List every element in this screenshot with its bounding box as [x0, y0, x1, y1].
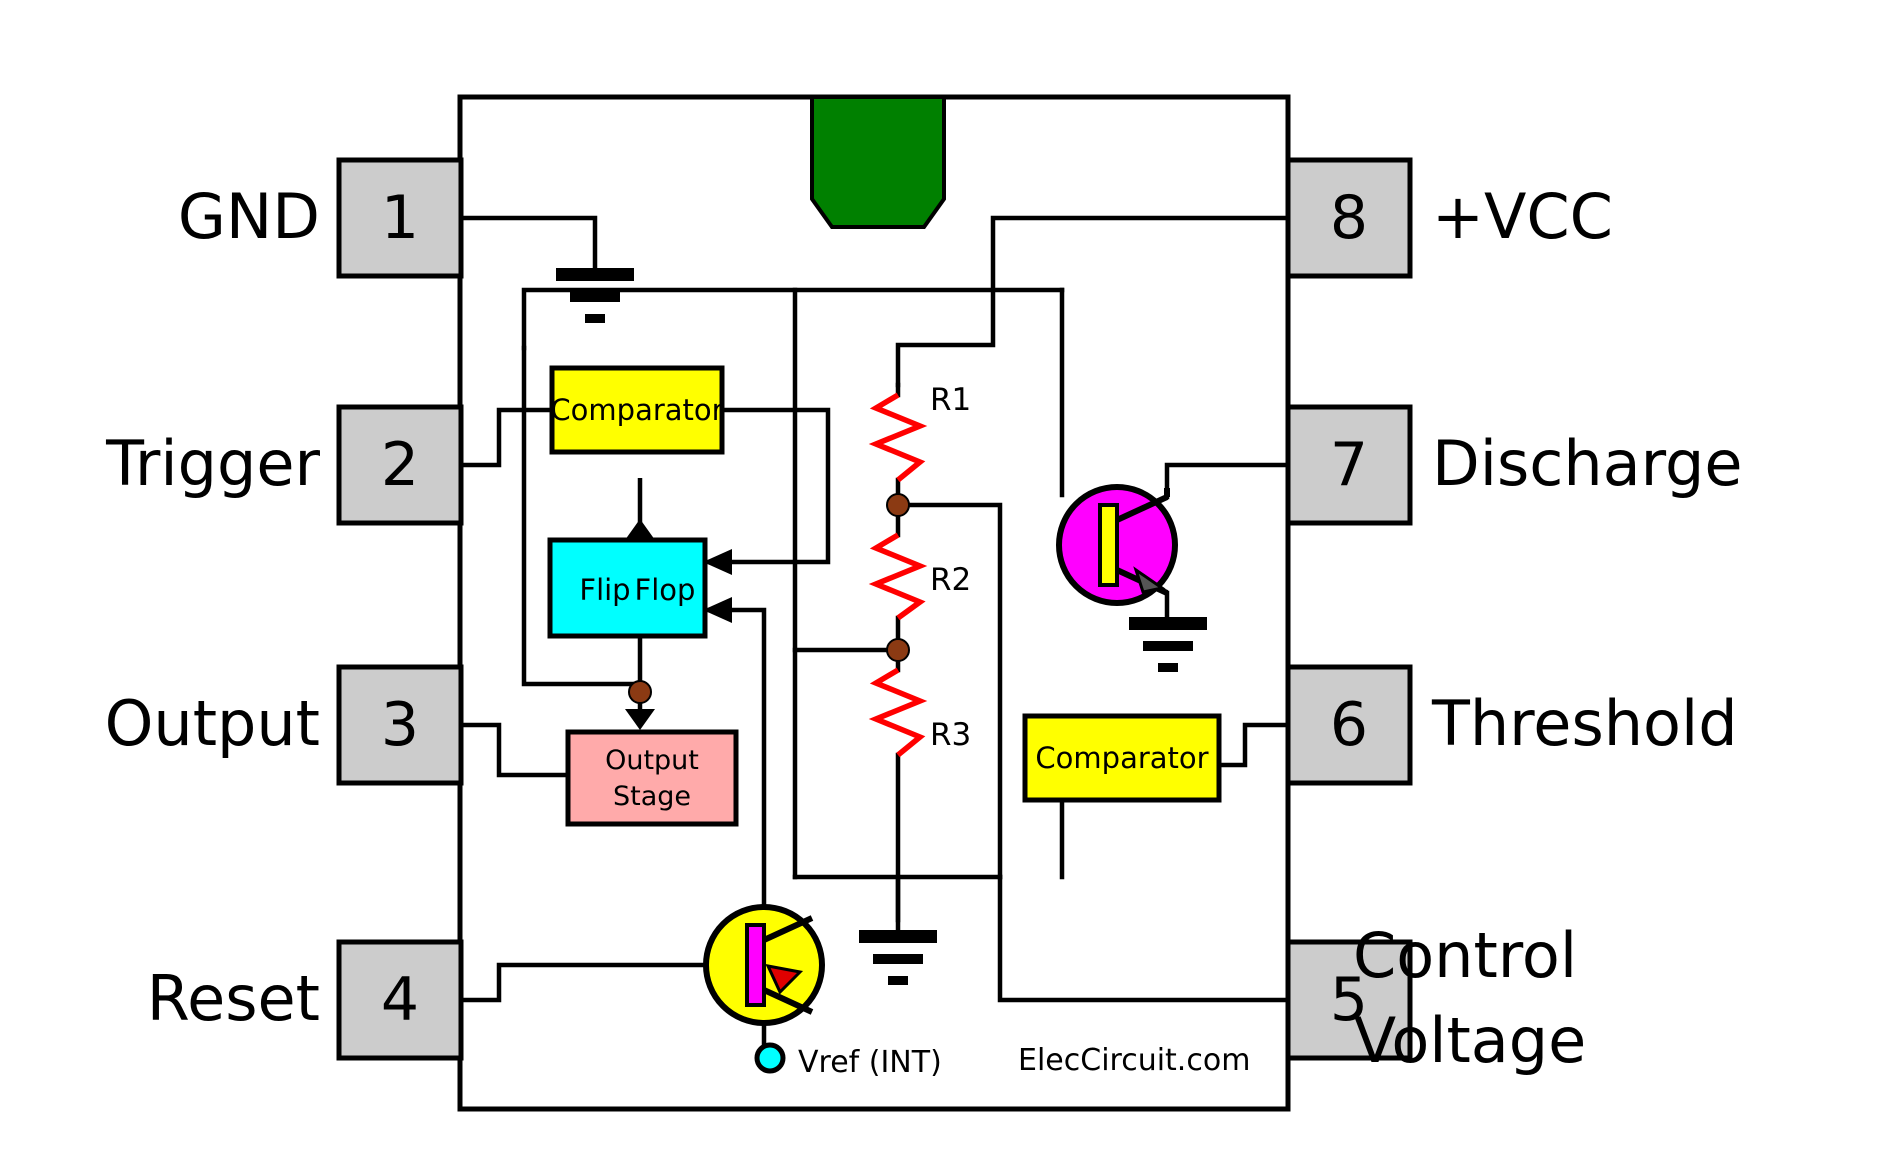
resistor-label-r1: R1: [930, 382, 971, 418]
pin-6-number: 6: [1330, 690, 1368, 760]
resistor-label-r2: R2: [930, 562, 971, 598]
flipflop-label-flop: Flop: [635, 573, 696, 607]
diagram-canvas: R1 R2 R3 Comparator Flip Flop Output Sta…: [0, 0, 1897, 1157]
vref-label: Vref (INT): [798, 1045, 942, 1080]
pin-1-number: 1: [381, 183, 419, 253]
junction-dot-r1-r2: [886, 493, 910, 517]
pin-5-label-line2: Voltage: [1354, 1004, 1587, 1077]
discharge-transistor-icon: [1056, 484, 1178, 606]
pin-2-label: Trigger: [105, 427, 320, 500]
pin-3-label: Output: [105, 687, 320, 760]
comparator-top-label: Comparator: [550, 393, 723, 427]
comparator-bottom-label: Comparator: [1035, 741, 1208, 775]
discharge-transistor-base-bar: [1098, 503, 1119, 587]
comparator-top-block[interactable]: Comparator: [549, 365, 725, 455]
vref-transistor-icon: [703, 904, 825, 1026]
pin-1-label: GND: [178, 180, 320, 253]
pin-8-number: 8: [1330, 183, 1368, 253]
vref-transistor-base-bar: [745, 923, 766, 1007]
flipflop-label-flip: Flip: [579, 573, 630, 607]
pin-5-label-line1: Control: [1353, 919, 1577, 992]
pin-4-number: 4: [381, 965, 419, 1035]
pin-4-label: Reset: [147, 962, 320, 1035]
package-notch-icon: [810, 95, 946, 229]
vref-terminal-icon: [754, 1042, 786, 1074]
output-stage-label-line2: Stage: [613, 781, 691, 812]
pin-7-number: 7: [1330, 430, 1368, 500]
pin-8-label: +VCC: [1432, 180, 1613, 253]
output-stage-block[interactable]: Output Stage: [565, 729, 739, 827]
resistor-label-r3: R3: [930, 717, 971, 753]
555-timer-block-diagram: R1 R2 R3 Comparator Flip Flop Output Sta…: [0, 0, 1897, 1157]
pin-2-number: 2: [381, 430, 419, 500]
flipflop-block[interactable]: Flip Flop: [547, 537, 708, 639]
watermark-label: ElecCircuit.com: [1018, 1043, 1250, 1078]
pin-7-label: Discharge: [1432, 427, 1743, 500]
comparator-bottom-block[interactable]: Comparator: [1022, 713, 1222, 803]
output-stage-label-line1: Output: [605, 745, 699, 776]
pin-3-number: 3: [381, 690, 419, 760]
pin-6-label: Threshold: [1431, 687, 1738, 760]
junction-dot-r2-r3: [886, 638, 910, 662]
junction-dot-flipflop-output: [628, 680, 652, 704]
